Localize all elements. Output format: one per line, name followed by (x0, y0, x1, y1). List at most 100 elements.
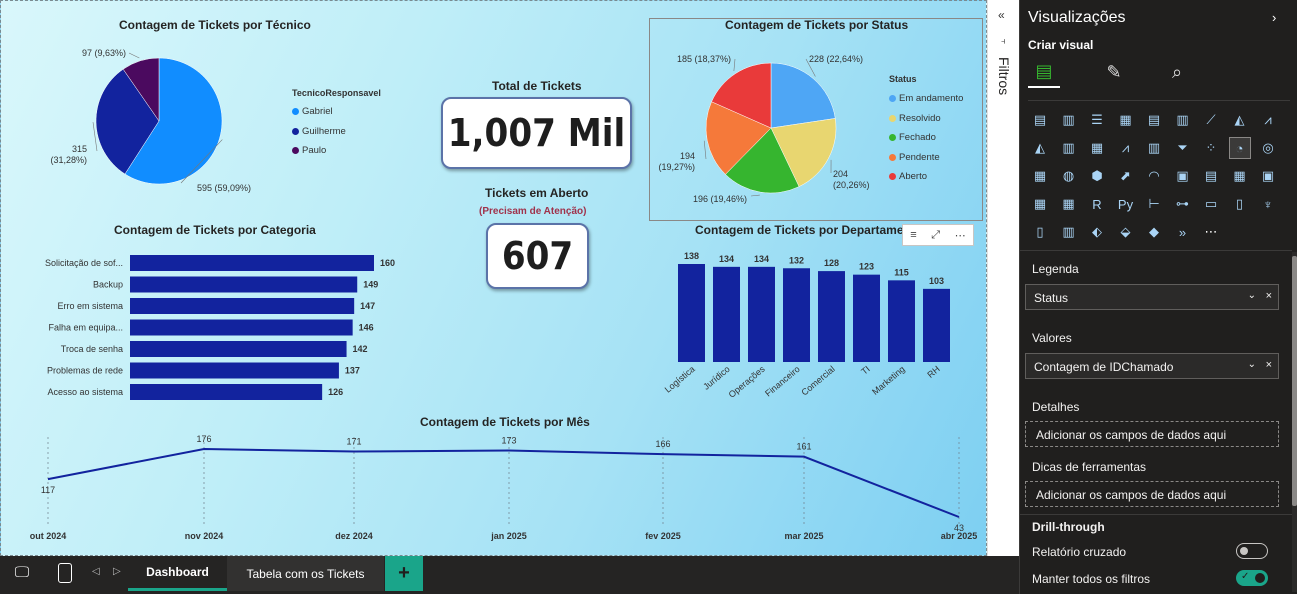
paginated-icon[interactable]: ▯ (1030, 222, 1050, 242)
arcgis-icon[interactable]: ⬙ (1116, 222, 1136, 242)
kpi-icon[interactable]: ▦ (1230, 166, 1250, 186)
pie-slice[interactable] (770, 62, 836, 129)
key-influencers-icon[interactable]: ⊢ (1144, 194, 1164, 214)
legend-item[interactable]: Gabriel (292, 102, 346, 122)
focus-mode-icon[interactable]: ⤢ (931, 229, 940, 242)
line-clustered-icon[interactable]: ▦ (1087, 138, 1107, 158)
stacked-bar-icon[interactable]: ▤ (1030, 110, 1050, 130)
remove-field-icon[interactable]: × (1266, 290, 1272, 302)
table-icon[interactable]: ▦ (1030, 194, 1050, 214)
column-bar[interactable] (853, 274, 880, 362)
bar[interactable] (130, 319, 353, 336)
kpi-total-card[interactable]: 1,007 Mil (441, 97, 632, 169)
format-visual-icon[interactable]: ✎ (1100, 58, 1128, 86)
column-bar[interactable] (818, 271, 845, 362)
pie-tecnico-chart[interactable]: 595 (59,09%) 315(31,28%) 97 (9,63%) (1, 31, 291, 201)
goals-icon[interactable]: ♆ (1258, 194, 1278, 214)
funnel-2-icon[interactable]: ⏷ (1173, 138, 1193, 158)
line-chart-icon[interactable]: ⟋ (1201, 110, 1221, 130)
line-series[interactable] (47, 447, 960, 518)
scrollbar-thumb[interactable] (1292, 256, 1297, 506)
donut-chart-icon[interactable]: ◎ (1258, 138, 1278, 158)
legend-item[interactable]: Fechado (889, 128, 963, 148)
column-bar[interactable] (923, 288, 950, 362)
tab-tabela-tickets[interactable]: Tabela com os Tickets (227, 556, 384, 591)
100-column-icon[interactable]: ▥ (1173, 110, 1193, 130)
legend-item[interactable]: Resolvido (889, 109, 963, 129)
kpi-aberto-card[interactable]: 607 (486, 223, 589, 289)
treemap-icon[interactable]: ▦ (1030, 166, 1050, 186)
column-bar[interactable] (783, 268, 810, 362)
mobile-view-icon[interactable] (58, 563, 72, 583)
column-bar[interactable] (748, 266, 775, 362)
dicas-drop-zone[interactable]: Adicionar os campos de dados aqui (1025, 481, 1279, 507)
column-bar[interactable] (888, 280, 915, 362)
analytics-icon[interactable]: ⌕ (1163, 58, 1191, 86)
python-visual-icon[interactable]: Py (1116, 194, 1136, 214)
clustered-column-icon[interactable]: ▦ (1116, 110, 1136, 130)
pie-status-chart[interactable]: 228 (22,64%) 204(20,26%) 196 (19,46%) 194(1… (651, 33, 891, 219)
bar-categoria-chart[interactable]: Solicitação de sof... 160 Backup 149 Erro em… (1, 249, 421, 409)
scrollbar-track[interactable] (1292, 252, 1297, 592)
gauge-icon[interactable]: ◠ (1144, 166, 1164, 186)
pie-chart-icon[interactable]: ◔ (1228, 137, 1251, 159)
clustered-bar-icon[interactable]: ☰ (1087, 110, 1107, 130)
prev-page-icon[interactable]: ◁ (92, 566, 100, 577)
relatorio-cruzado-toggle[interactable] (1236, 543, 1268, 559)
expand-chevron-icon[interactable]: › (1272, 10, 1276, 25)
build-visual-icon[interactable]: ▤ (1028, 56, 1060, 88)
power-apps-icon[interactable]: ▥ (1059, 222, 1079, 242)
manter-filtros-toggle[interactable]: ✓ (1236, 570, 1268, 586)
bar[interactable] (130, 341, 347, 357)
r-visual-icon[interactable]: R (1087, 194, 1107, 214)
legend-item[interactable]: Paulo (292, 141, 346, 161)
bar[interactable] (130, 362, 339, 379)
bar[interactable] (130, 255, 374, 271)
bar[interactable] (130, 298, 355, 314)
column-bar[interactable] (713, 266, 740, 362)
slicer-icon[interactable]: ▣ (1258, 166, 1278, 186)
funnel-icon[interactable]: ▥ (1144, 138, 1164, 158)
chevron-down-icon[interactable]: ⌄ (1248, 359, 1256, 370)
stacked-area-icon[interactable]: ⩘ (1258, 110, 1278, 130)
card-icon[interactable]: ▣ (1173, 166, 1193, 186)
qa-icon[interactable]: ▭ (1201, 194, 1221, 214)
bar[interactable] (130, 276, 358, 293)
more-options-icon[interactable]: ⋯ (955, 229, 966, 242)
map-icon[interactable]: ◍ (1059, 166, 1079, 186)
azure-map-icon[interactable]: ⬈ (1116, 166, 1136, 186)
ribbon-icon[interactable]: ◭ (1030, 138, 1050, 158)
column-bar[interactable] (678, 264, 705, 362)
legend-item[interactable]: Pendente (889, 148, 963, 168)
filters-pane[interactable]: « ⫞ Filtros (987, 0, 1019, 556)
filled-map-icon[interactable]: ⬢ (1087, 166, 1107, 186)
valores-field-well[interactable]: Contagem de IDChamado ⌄ × (1025, 353, 1279, 379)
detalhes-drop-zone[interactable]: Adicionar os campos de dados aqui (1025, 421, 1279, 447)
scatter-icon[interactable]: ⁘ (1201, 138, 1221, 158)
legend-item[interactable]: Guilherme (292, 122, 346, 142)
power-automate-icon[interactable]: ⬖ (1087, 222, 1107, 242)
remove-field-icon[interactable]: × (1266, 359, 1272, 371)
legend-item[interactable]: Em andamento (889, 89, 963, 109)
chevron-down-icon[interactable]: ⌄ (1248, 290, 1256, 301)
legenda-field-well[interactable]: Status ⌄ × (1025, 284, 1279, 310)
desktop-view-icon[interactable]: 🖵 (12, 564, 32, 582)
legend-item[interactable]: Aberto (889, 167, 963, 187)
diamond-icon[interactable]: ◆ (1144, 222, 1164, 242)
decomposition-tree-icon[interactable]: ⊶ (1173, 194, 1193, 214)
tab-dashboard[interactable]: Dashboard (128, 556, 227, 591)
more-visuals-icon[interactable]: ⋯ (1201, 222, 1221, 242)
waterfall-icon[interactable]: ⩘ (1116, 138, 1136, 158)
area-chart-icon[interactable]: ◭ (1230, 110, 1250, 130)
line-mes-chart[interactable]: out 2024 nov 2024 dez 2024 jan 2025 fev 2025… (1, 431, 986, 556)
add-page-button[interactable]: + (385, 556, 423, 591)
collapse-chevron-icon[interactable]: « (998, 8, 1005, 22)
multi-row-card-icon[interactable]: ▤ (1201, 166, 1221, 186)
smart-narrative-icon[interactable]: ▯ (1230, 194, 1250, 214)
col-departamento-chart[interactable]: 138 Logística 134 Jurídico 134 Operações 132 Fi… (641, 241, 971, 411)
next-page-icon[interactable]: ▷ (113, 566, 121, 577)
matrix-icon[interactable]: ▦ (1059, 194, 1079, 214)
line-column-icon[interactable]: ▥ (1059, 138, 1079, 158)
stacked-column-icon[interactable]: ▥ (1059, 110, 1079, 130)
100-bar-icon[interactable]: ▤ (1144, 110, 1164, 130)
